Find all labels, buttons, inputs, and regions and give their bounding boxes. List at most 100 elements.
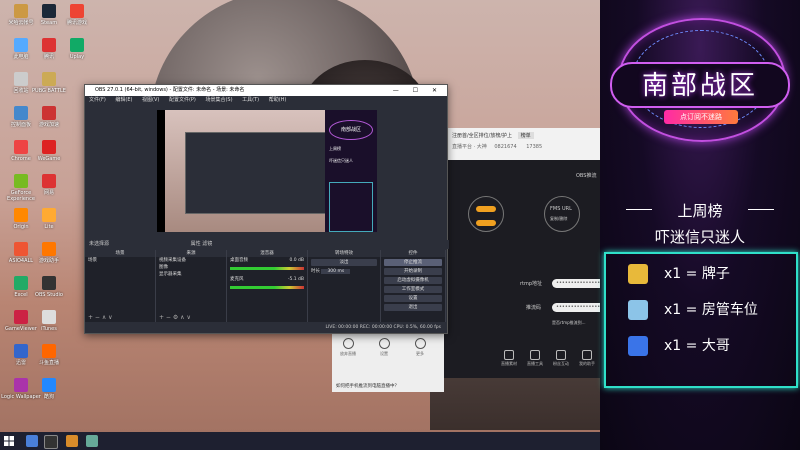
assistant-tag[interactable]: 榜单 <box>517 132 534 139</box>
studio-mode-button[interactable]: 工作室模式 <box>384 286 442 293</box>
obs-titlebar[interactable]: OBS 27.0.1 (64-bit, windows) - 配置文件: 未命名… <box>85 85 447 96</box>
scenes-footer[interactable]: + − ∧ ∨ <box>85 314 155 322</box>
stream-key-label: 推流码 <box>526 305 542 311</box>
taskbar-app-icon[interactable] <box>26 435 38 447</box>
app-icon <box>14 38 28 52</box>
duration-input[interactable]: 300 ms <box>321 269 351 274</box>
material-icon <box>504 350 514 360</box>
list-item: x1 = 牌子 <box>628 262 798 286</box>
preview-desktop-capture <box>165 110 327 232</box>
weekly-subtitle: 吓迷信只迷人 <box>654 228 745 246</box>
obs-title-text: OBS 27.0.1 (64-bit, windows) - 配置文件: 未命名… <box>95 87 245 93</box>
app-icon <box>42 140 56 154</box>
menu-profile[interactable]: 配置文件(P) <box>169 97 196 103</box>
transitions-dock: 转场特效 淡出 时长 300 ms <box>308 250 381 322</box>
preview-panel-title: 南部战区 <box>329 120 373 140</box>
mixer-track-desktop: 桌面音频 0.0 dB <box>230 258 304 263</box>
fms-label: FMS URL <box>550 206 572 212</box>
app-icon <box>42 276 56 290</box>
fms-sub[interactable]: 复制/删除 <box>550 216 567 222</box>
windows-start-icon[interactable] <box>4 436 14 446</box>
preview-panel-list <box>329 182 373 232</box>
desktop-icon-label: PUBG BATTLE <box>32 88 66 94</box>
app-icon <box>42 174 56 188</box>
preview-panel-sub: 吓迷信只迷人 <box>329 158 353 163</box>
app-icon <box>14 4 28 18</box>
app-icon <box>14 378 28 392</box>
assistant-icon-1[interactable]: 直播素材 <box>500 350 518 367</box>
app-icon <box>42 38 56 52</box>
source-item[interactable]: 显示器采集 <box>156 271 226 278</box>
app-icon <box>14 344 28 358</box>
desktop-icon[interactable]: 游戏加速 <box>28 106 70 128</box>
transition-type-select[interactable]: 淡出 <box>311 259 377 266</box>
desktop-icon[interactable]: PUBG BATTLE <box>28 72 70 94</box>
controls-dock: 控件 停止推流 开始录制 启动虚拟摄像机 工作室模式 设置 退出 <box>381 250 446 322</box>
menu-view[interactable]: 视图(V) <box>142 97 159 103</box>
sources-footer[interactable]: + − ⚙ ∧ ∨ <box>156 314 226 322</box>
menu-tools[interactable]: 工具(T) <box>242 97 259 103</box>
obs-toggle-2[interactable] <box>476 220 496 226</box>
virtual-camera-button[interactable]: 启动虚拟摄像机 <box>384 277 442 284</box>
desktop-icon[interactable]: iTunes <box>28 310 70 332</box>
source-properties-filters[interactable]: 属性 滤镜 <box>191 241 213 247</box>
assistant-header: 注册首/全区排位/放榜/护上 榜单 直播平台 · 大神 0821674 1738… <box>440 128 600 160</box>
window-controls[interactable]: — ☐ ✕ <box>393 85 443 96</box>
list-item: x1 = 大哥 <box>628 334 798 358</box>
helper-icon <box>582 350 592 360</box>
desktop-icon-label: OBS Studio <box>35 292 63 298</box>
menu-help[interactable]: 帮助(H) <box>269 97 287 103</box>
app-icon <box>14 208 28 222</box>
duration-row: 时长 300 ms <box>308 268 380 275</box>
dialog-item-more[interactable]: 更多 <box>408 338 432 357</box>
taskbar-assistant-icon[interactable] <box>66 435 78 447</box>
desktop-icon[interactable]: OBS Studio <box>28 276 70 298</box>
app-icon <box>42 208 56 222</box>
start-recording-button[interactable]: 开始录制 <box>384 268 442 275</box>
sources-dock: 来源 视频采集设备 图像 显示器采集 + − ⚙ ∧ ∨ <box>156 250 227 322</box>
assistant-icon-4[interactable]: 我的助手 <box>578 350 596 367</box>
desktop-icon[interactable]: 腾讯游戏 <box>56 4 98 26</box>
exit-button[interactable]: 退出 <box>384 304 442 311</box>
desktop-audio-meter[interactable] <box>230 267 304 270</box>
preview-panel-weekly: 上周榜 <box>329 146 341 151</box>
desktop-icon[interactable]: Uplay <box>56 38 98 60</box>
scenes-dock: 场景 场景 + − ∧ ∨ <box>85 250 156 322</box>
desktop-icon[interactable]: 酷狗 <box>28 378 70 400</box>
mic-audio-meter[interactable] <box>230 286 304 289</box>
taskbar-obs-icon[interactable] <box>44 435 58 449</box>
streaming-assistant-window: 注册首/全区排位/放榜/护上 榜单 直播平台 · 大神 0821674 1738… <box>440 128 628 378</box>
menu-scene-collection[interactable]: 场景集合(S) <box>205 97 232 103</box>
dialog-note[interactable]: 如何把手机推流到电脑直播中？ <box>336 383 399 389</box>
badge-icon <box>628 264 648 284</box>
source-item[interactable]: 视频采集设备 <box>156 257 226 264</box>
desktop-icon[interactable]: WeGame <box>28 140 70 162</box>
app-icon <box>42 72 56 86</box>
obs-preview[interactable]: 南部战区 上周榜 吓迷信只迷人 <box>157 110 377 232</box>
obs-toggle-1[interactable] <box>476 206 496 212</box>
desktop-icon-label: 游戏助手 <box>38 258 59 264</box>
stop-streaming-button[interactable]: 停止推流 <box>384 259 442 266</box>
tool-icon <box>530 350 540 360</box>
dialog-item-settings[interactable]: 设置 <box>372 338 396 357</box>
assistant-icon-3[interactable]: 粉丝互动 <box>552 350 570 367</box>
app-icon <box>42 310 56 324</box>
dialog-item-stop[interactable]: 放弃直播 <box>336 338 360 357</box>
desktop-icon[interactable]: 网易 <box>28 174 70 196</box>
settings-button[interactable]: 设置 <box>384 295 442 302</box>
taskbar-app-icon[interactable] <box>86 435 98 447</box>
desktop-icon[interactable]: Lite <box>28 208 70 230</box>
assistant-icon-bar: 直播素材 直播工具 粉丝互动 我的助手 <box>500 350 600 370</box>
app-icon <box>42 242 56 256</box>
sources-header: 来源 <box>156 250 226 257</box>
source-item[interactable]: 图像 <box>156 264 226 271</box>
menu-file[interactable]: 文件(F) <box>89 97 106 103</box>
desktop-icon[interactable]: 游戏助手 <box>28 242 70 264</box>
assistant-icon-2[interactable]: 直播工具 <box>526 350 544 367</box>
desktop-icon[interactable]: 斗鱼直播 <box>28 344 70 366</box>
stop-icon <box>342 338 354 349</box>
live-overlay-panel: 南部战区 点订阅不迷路 上周榜 吓迷信只迷人 x1 = 牌子 x1 = 房管车位… <box>600 0 800 450</box>
menu-edit[interactable]: 编辑(E) <box>115 97 132 103</box>
assistant-fans: 17385 <box>526 144 543 150</box>
scene-item[interactable]: 场景 <box>85 257 155 264</box>
